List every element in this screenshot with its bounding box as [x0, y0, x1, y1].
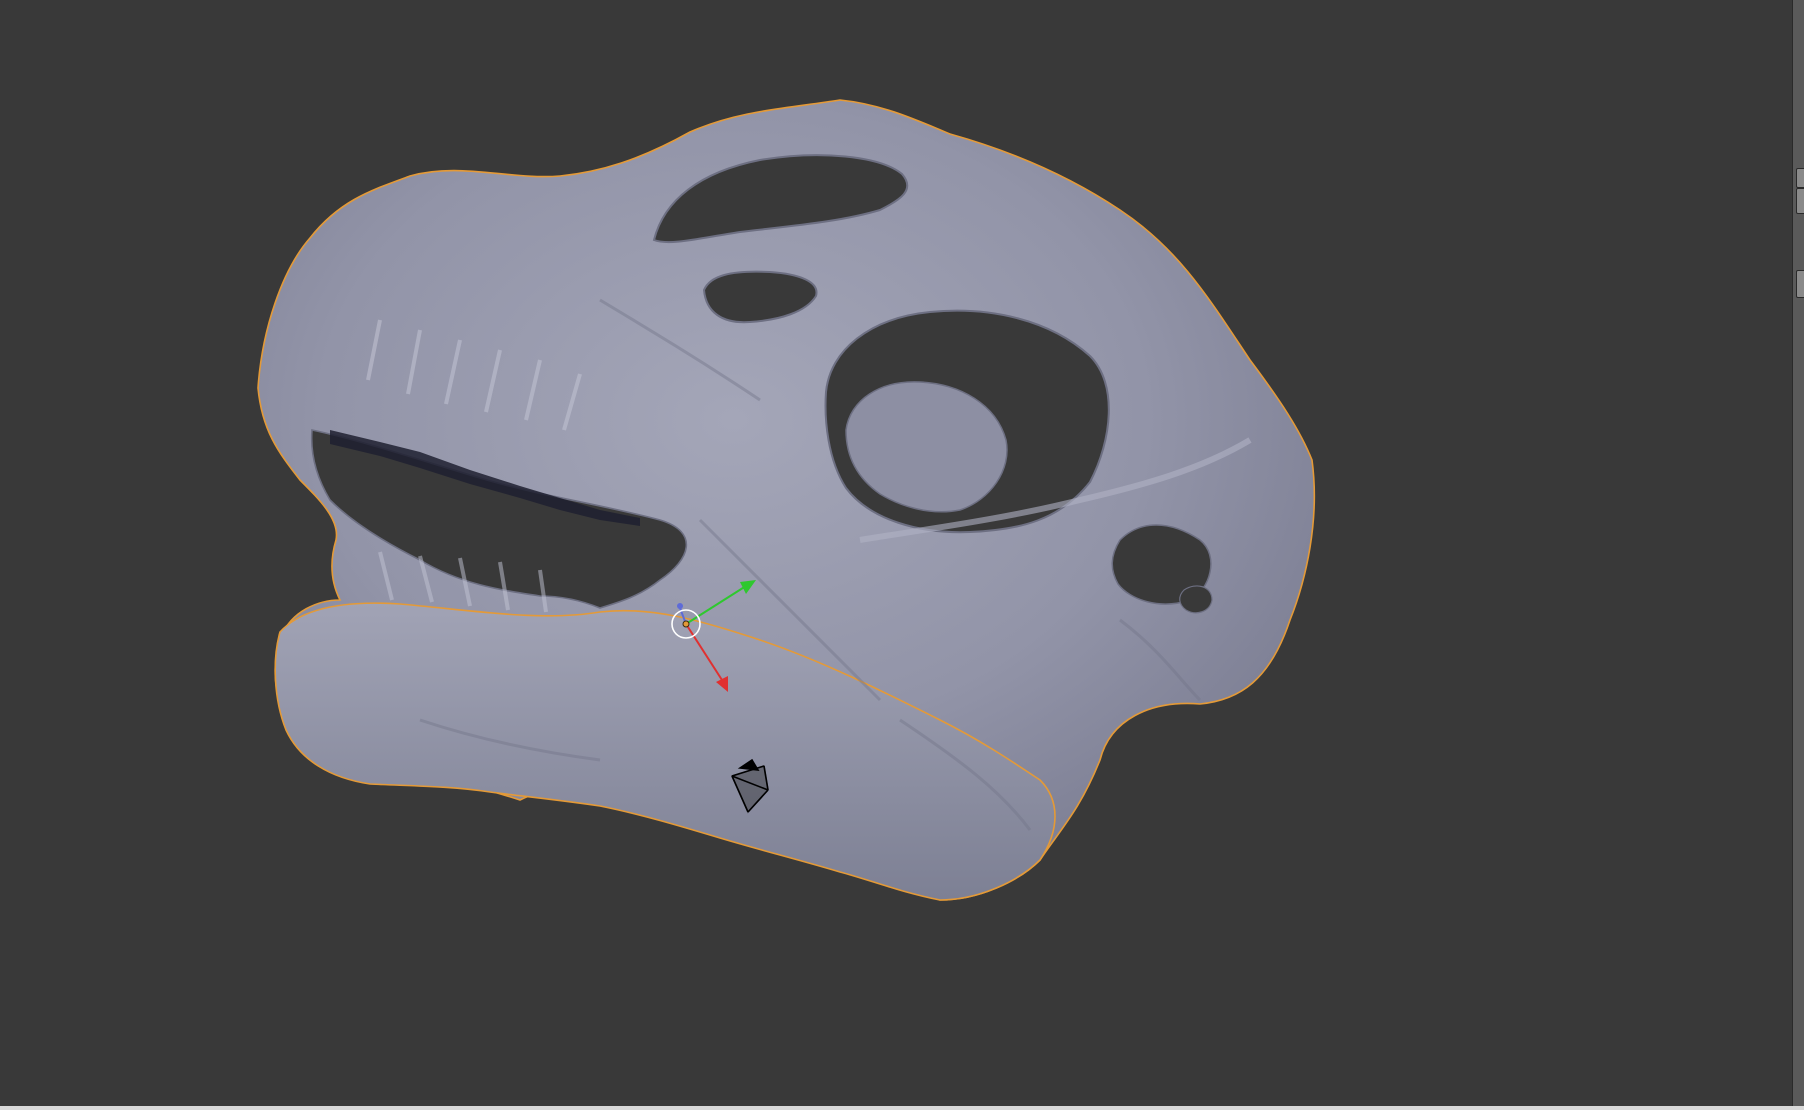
viewport-scene[interactable]: [0, 0, 1792, 1106]
rear-small-opening: [1179, 585, 1213, 614]
gizmo-z-handle-icon[interactable]: [677, 603, 683, 609]
bottom-border: [0, 1106, 1804, 1110]
area-split-widget-mid[interactable]: [1796, 188, 1804, 214]
3d-viewport[interactable]: [0, 0, 1792, 1106]
object-origin-icon: [682, 620, 690, 628]
area-split-widget-top[interactable]: [1796, 168, 1804, 188]
skull-mesh[interactable]: [257, 99, 1316, 901]
area-split-widget-bottom[interactable]: [1796, 270, 1804, 298]
area-split-edge[interactable]: [1792, 0, 1804, 1110]
